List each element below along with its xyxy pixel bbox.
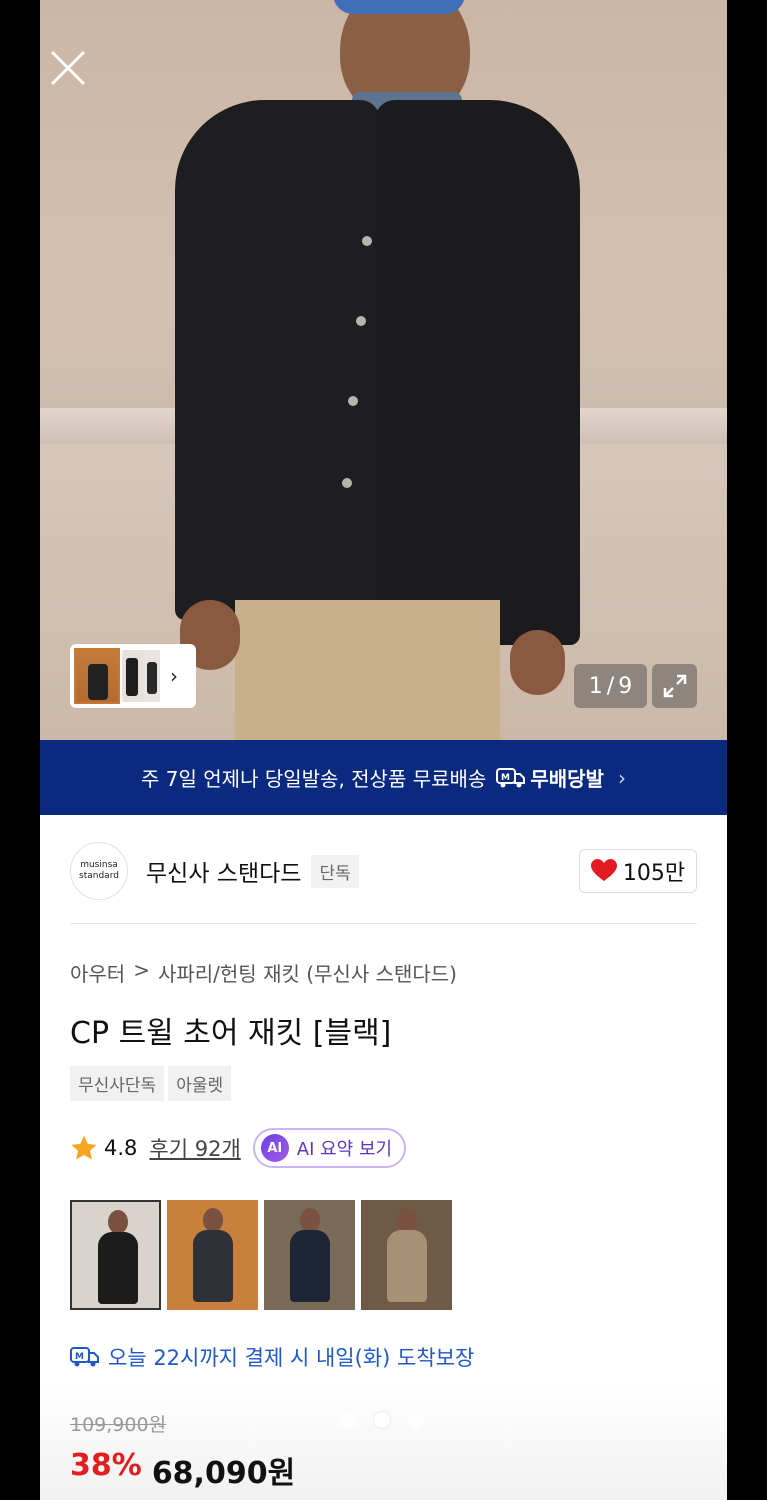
model-cap bbox=[333, 0, 465, 14]
ai-icon: AI bbox=[260, 1134, 289, 1162]
gallery-thumbnail[interactable] bbox=[74, 648, 120, 704]
jacket-button bbox=[348, 396, 358, 406]
chevron-right-icon: › bbox=[617, 765, 626, 790]
discount-rate: 38% bbox=[70, 1448, 142, 1483]
jacket-button bbox=[356, 316, 366, 326]
like-count: 105만 bbox=[622, 861, 686, 886]
expand-icon bbox=[663, 674, 686, 698]
breadcrumb: 아우터 > 사파리/헌팅 재킷 (무신사 스탠다드) bbox=[70, 958, 457, 987]
jacket-button bbox=[362, 236, 372, 246]
variant-model-head bbox=[397, 1208, 417, 1232]
product-main-image[interactable]: › 1 / 9 bbox=[40, 0, 727, 740]
product-tag: 무신사단독 bbox=[70, 1066, 165, 1101]
gallery-thumbnail[interactable] bbox=[122, 650, 144, 702]
close-button[interactable] bbox=[48, 48, 88, 88]
close-icon bbox=[50, 50, 86, 86]
color-variants bbox=[70, 1200, 452, 1310]
brand-name[interactable]: 무신사 스탠다드 bbox=[146, 854, 301, 888]
svg-text:M: M bbox=[75, 1352, 84, 1362]
gallery-page-indicator: 1 / 9 bbox=[574, 664, 647, 708]
delivery-text: 오늘 22시까지 결제 시 내일(화) 도착보장 bbox=[108, 1346, 475, 1370]
variant-thumbnail-navy[interactable] bbox=[264, 1200, 355, 1310]
variant-thumbnail-black[interactable] bbox=[70, 1200, 161, 1310]
svg-text:M: M bbox=[501, 773, 510, 783]
variant-jacket bbox=[98, 1232, 138, 1304]
variant-thumbnail-charcoal[interactable] bbox=[167, 1200, 258, 1310]
original-price: 109,900원 bbox=[70, 1414, 167, 1436]
product-screen: › 1 / 9 주 7일 언제나 당일발송, 전상품 무료배송 M 무배당발 ›… bbox=[40, 0, 727, 1500]
page-total: 9 bbox=[618, 673, 633, 699]
banner-brand: M 무배당발 bbox=[496, 763, 604, 792]
banner-text: 주 7일 언제나 당일발송, 전상품 무료배송 bbox=[141, 767, 487, 791]
ai-summary-label: AI 요약 보기 bbox=[296, 1139, 393, 1160]
product-tags: 무신사단독 아울렛 bbox=[70, 1066, 232, 1101]
expand-button[interactable] bbox=[652, 664, 697, 708]
brand-logo-text: standard bbox=[79, 871, 119, 881]
carousel-dot-active[interactable] bbox=[374, 1412, 390, 1428]
variant-jacket bbox=[387, 1230, 427, 1302]
product-tag: 아울렛 bbox=[168, 1066, 232, 1101]
heart-icon bbox=[590, 859, 617, 881]
variant-jacket bbox=[290, 1230, 330, 1302]
variant-model-head bbox=[300, 1208, 320, 1232]
exclusive-badge: 단독 bbox=[311, 854, 359, 888]
jacket-left bbox=[175, 100, 380, 620]
delivery-truck-icon: M bbox=[496, 767, 526, 787]
gallery-thumbnail-strip[interactable]: › bbox=[70, 644, 196, 708]
brand-logo[interactable]: musinsa standard bbox=[70, 842, 128, 900]
shipping-banner[interactable]: 주 7일 언제나 당일발송, 전상품 무료배송 M 무배당발 › bbox=[40, 740, 727, 815]
page-separator: / bbox=[606, 673, 615, 699]
rating-row: 4.8 후기 92개 AI AI 요약 보기 bbox=[70, 1126, 407, 1170]
variant-jacket bbox=[193, 1230, 233, 1302]
star-icon bbox=[71, 1135, 97, 1160]
banner-brand-label: 무배당발 bbox=[530, 767, 604, 791]
jacket-button bbox=[342, 478, 352, 488]
model-hand-right bbox=[510, 630, 565, 695]
delivery-guarantee[interactable]: M 오늘 22시까지 결제 시 내일(화) 도착보장 bbox=[70, 1342, 474, 1372]
divider bbox=[70, 923, 697, 924]
variant-thumbnail-beige[interactable] bbox=[361, 1200, 452, 1310]
breadcrumb-item[interactable]: 사파리/헌팅 재킷 (무신사 스탠다드) bbox=[158, 958, 457, 987]
model-pants bbox=[235, 600, 500, 740]
page-current: 1 bbox=[588, 673, 603, 699]
variant-model-head bbox=[203, 1208, 223, 1232]
like-button[interactable]: 105만 bbox=[579, 849, 697, 893]
rating-value: 4.8 bbox=[104, 1136, 138, 1160]
gallery-thumbnail[interactable] bbox=[144, 650, 160, 702]
chevron-right-icon[interactable]: › bbox=[170, 664, 178, 688]
carousel-dots bbox=[340, 1412, 424, 1428]
final-price: 68,090원 bbox=[151, 1456, 296, 1491]
delivery-truck-icon: M bbox=[70, 1347, 99, 1367]
brand-row: musinsa standard 무신사 스탠다드 단독 105만 bbox=[70, 840, 697, 902]
reviews-link[interactable]: 후기 92개 bbox=[149, 1133, 240, 1163]
breadcrumb-separator: > bbox=[133, 958, 150, 982]
brand-logo-text: musinsa bbox=[80, 860, 118, 870]
carousel-dot[interactable] bbox=[408, 1412, 424, 1428]
product-title: CP 트윌 초어 재킷 [블랙] bbox=[70, 1016, 392, 1051]
price-row: 38% 68,090원 bbox=[70, 1448, 295, 1492]
breadcrumb-item[interactable]: 아우터 bbox=[70, 958, 125, 987]
jacket-right bbox=[375, 100, 580, 645]
carousel-dot[interactable] bbox=[340, 1412, 356, 1428]
ai-summary-button[interactable]: AI AI 요약 보기 bbox=[252, 1128, 407, 1168]
variant-model-head bbox=[108, 1210, 128, 1234]
